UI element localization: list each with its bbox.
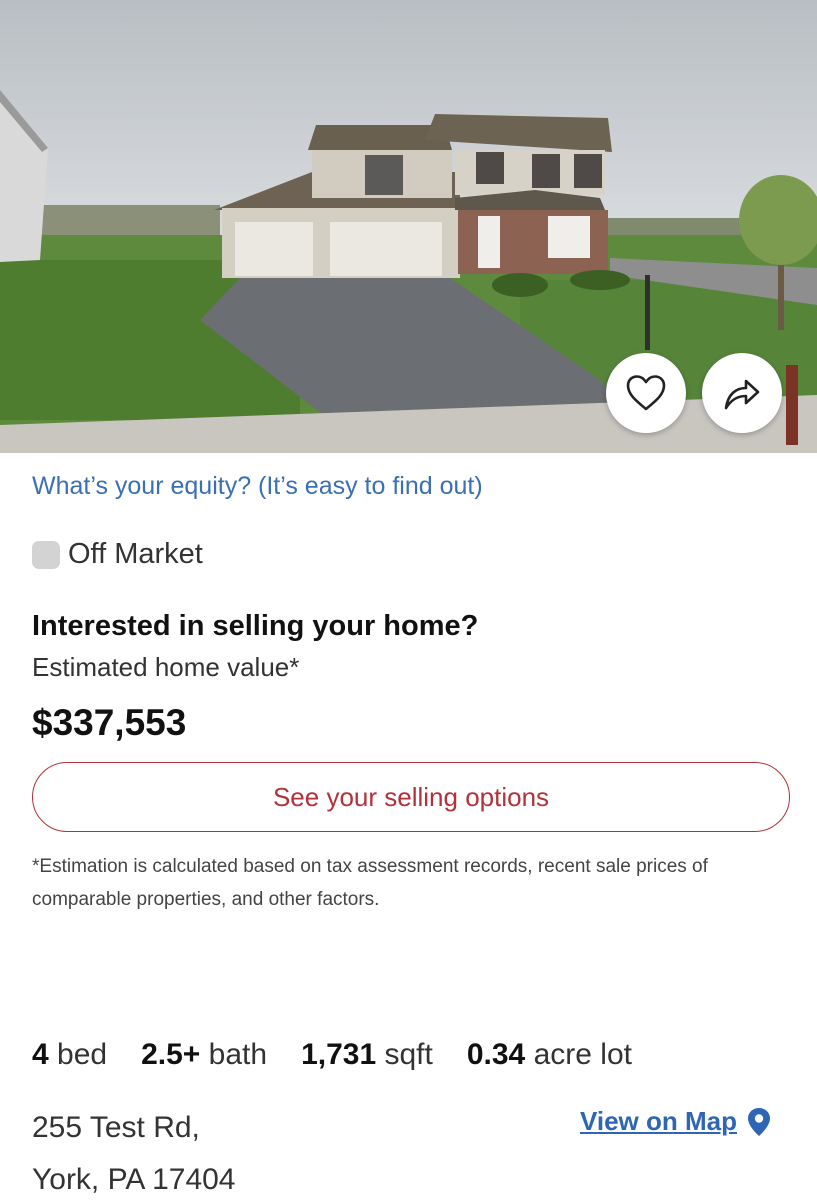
heart-icon xyxy=(626,375,666,411)
estimated-value: $337,553 xyxy=(32,702,187,743)
listing-status: Off Market xyxy=(32,538,203,571)
selling-heading: Interested in selling your home? xyxy=(32,610,479,642)
address-street: 255 Test Rd, xyxy=(32,1111,200,1144)
selling-options-button[interactable]: See your selling options xyxy=(32,762,790,832)
fact-value: 1,731 xyxy=(301,1038,377,1071)
property-address: 255 Test Rd, York, PA 17404 xyxy=(32,1102,236,1200)
address-city: York, PA 17404 xyxy=(32,1163,236,1196)
fact-unit: acre lot xyxy=(533,1038,632,1071)
fact-value: 2.5+ xyxy=(141,1038,201,1071)
share-button[interactable] xyxy=(702,353,782,433)
map-pin-icon xyxy=(748,1107,770,1136)
status-indicator xyxy=(32,540,60,569)
fact-beds: 4 bed xyxy=(32,1038,107,1072)
view-on-map-link[interactable]: View on Map xyxy=(580,1106,771,1137)
status-label: Off Market xyxy=(68,538,203,570)
estimation-disclaimer: *Estimation is calculated based on tax a… xyxy=(32,856,708,910)
property-photo[interactable] xyxy=(0,0,817,453)
estimated-value-label: Estimated home value* xyxy=(32,652,300,682)
property-facts: 4 bed 2.5+ bath 1,731 sqft 0.34 acre lot xyxy=(32,1038,666,1072)
fact-unit: sqft xyxy=(384,1038,433,1071)
fact-value: 0.34 xyxy=(466,1038,526,1071)
share-arrow-icon xyxy=(724,379,760,410)
fact-sqft: 1,731 sqft xyxy=(301,1038,433,1072)
favorite-button[interactable] xyxy=(606,353,686,433)
fact-unit: bed xyxy=(57,1038,108,1071)
view-on-map-label[interactable]: View on Map xyxy=(580,1106,737,1137)
fact-baths: 2.5+ bath xyxy=(141,1038,267,1072)
fact-unit: bath xyxy=(208,1038,268,1071)
fact-value: 4 xyxy=(32,1038,49,1071)
fact-lot: 0.34 acre lot xyxy=(467,1038,632,1072)
house-photo-image xyxy=(0,0,817,453)
equity-link[interactable]: What’s your equity? (It’s easy to find o… xyxy=(32,472,483,501)
